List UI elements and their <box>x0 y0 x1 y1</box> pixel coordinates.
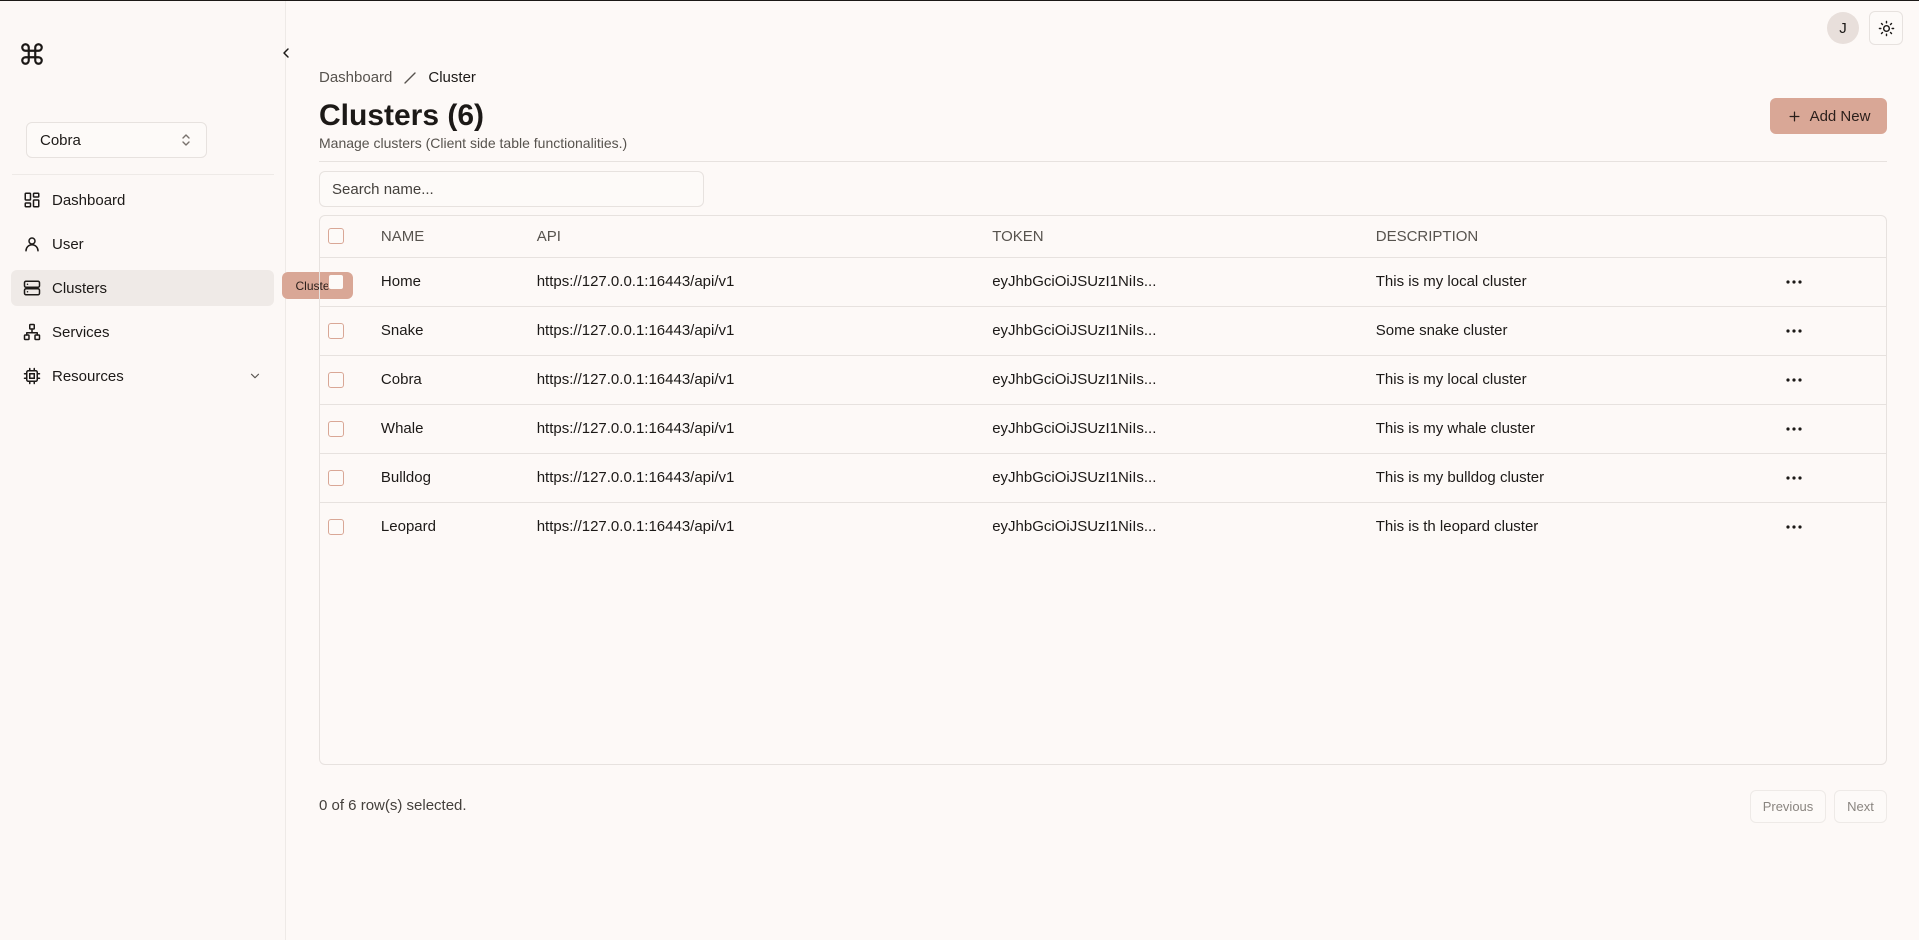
add-new-label: Add New <box>1809 107 1871 125</box>
table-row: Cobra https://127.0.0.1:16443/api/v1 eyJ… <box>320 355 1886 404</box>
cell-name: Leopard <box>380 518 436 536</box>
header-divider <box>319 161 1887 162</box>
cell-api: https://127.0.0.1:16443/api/v1 <box>536 518 735 536</box>
cell-description: This is my whale cluster <box>1375 420 1535 437</box>
table-row: Whale https://127.0.0.1:16443/api/v1 eyJ… <box>320 404 1886 453</box>
more-horizontal-icon[interactable] <box>1782 417 1806 441</box>
network-icon <box>23 323 41 341</box>
avatar[interactable]: J <box>1827 12 1859 44</box>
cell-name: Home <box>380 273 421 290</box>
cell-name: Whale <box>380 420 424 437</box>
cell-name: Snake <box>380 322 424 339</box>
theme-toggle-button[interactable] <box>1869 11 1903 45</box>
sidebar-item-label: Clusters <box>52 279 108 297</box>
more-horizontal-icon[interactable] <box>1782 515 1806 539</box>
sidebar-nav: Dashboard User Clusters Services Resourc… <box>11 182 274 402</box>
table-header-row: NAME API TOKEN DESCRIPTION <box>320 216 1886 257</box>
column-header-token: TOKEN <box>992 227 1044 245</box>
server-icon <box>23 279 41 297</box>
cell-description: This is my local cluster <box>1375 371 1527 388</box>
table-row: Snake https://127.0.0.1:16443/api/v1 eyJ… <box>320 306 1886 355</box>
dashboard-icon <box>23 191 41 209</box>
clusters-table: NAME API TOKEN DESCRIPTION Home https://… <box>319 215 1887 765</box>
table-row: Home https://127.0.0.1:16443/api/v1 eyJh… <box>320 257 1886 306</box>
add-new-button[interactable]: Add New <box>1770 98 1887 134</box>
cell-token: eyJhbGciOiJSUzI1NiIs... <box>992 469 1157 486</box>
table-row: Bulldog https://127.0.0.1:16443/api/v1 e… <box>320 453 1886 502</box>
sidebar-item-dashboard[interactable]: Dashboard <box>11 182 274 218</box>
cpu-icon <box>23 367 41 385</box>
cell-token: eyJhbGciOiJSUzI1NiIs... <box>992 371 1157 388</box>
team-switcher-label: Cobra <box>40 131 81 149</box>
more-horizontal-icon[interactable] <box>1782 319 1806 343</box>
sidebar: Cobra Dashboard User Clusters Services R… <box>0 1 286 940</box>
breadcrumb-current: Cluster <box>428 69 476 86</box>
cell-api: https://127.0.0.1:16443/api/v1 <box>536 420 735 437</box>
next-page-button[interactable]: Next <box>1834 790 1887 823</box>
cell-api: https://127.0.0.1:16443/api/v1 <box>536 322 735 339</box>
cell-token: eyJhbGciOiJSUzI1NiIs... <box>992 420 1157 437</box>
sun-icon <box>1878 20 1895 37</box>
row-checkbox[interactable] <box>328 371 344 388</box>
row-checkbox[interactable] <box>328 469 344 486</box>
more-horizontal-icon[interactable] <box>1782 270 1806 294</box>
cell-api: https://127.0.0.1:16443/api/v1 <box>536 371 735 388</box>
cell-description: This is my bulldog cluster <box>1375 469 1545 486</box>
sidebar-item-label: Dashboard <box>52 191 126 209</box>
previous-page-button[interactable]: Previous <box>1750 790 1826 823</box>
table-row: Leopard https://127.0.0.1:16443/api/v1 e… <box>320 502 1886 551</box>
breadcrumb: Dashboard Cluster <box>319 69 476 86</box>
column-header-name[interactable]: NAME <box>381 216 537 257</box>
column-header-description: DESCRIPTION <box>1375 227 1479 245</box>
sidebar-divider <box>12 174 274 175</box>
cell-token: eyJhbGciOiJSUzI1NiIs... <box>992 518 1157 536</box>
cell-description: This is th leopard cluster <box>1375 518 1539 536</box>
chevron-down-icon <box>248 369 262 383</box>
row-checkbox[interactable] <box>328 322 344 339</box>
cell-token: eyJhbGciOiJSUzI1NiIs... <box>992 273 1157 290</box>
more-horizontal-icon[interactable] <box>1782 368 1806 392</box>
cell-description: Some snake cluster <box>1375 322 1508 339</box>
cell-description: This is my local cluster <box>1375 273 1527 290</box>
chevron-left-icon[interactable] <box>274 41 298 65</box>
page-title: Clusters (6) <box>319 99 485 132</box>
column-header-api: API <box>536 227 561 245</box>
sidebar-item-label: Services <box>52 323 110 341</box>
row-checkbox[interactable] <box>328 273 344 290</box>
cell-name: Cobra <box>380 371 422 388</box>
row-checkbox[interactable] <box>328 518 344 535</box>
select-all-checkbox[interactable] <box>328 228 344 245</box>
page-subtitle: Manage clusters (Client side table funct… <box>319 135 628 151</box>
sidebar-item-services[interactable]: Services <box>11 314 274 350</box>
cell-api: https://127.0.0.1:16443/api/v1 <box>536 469 735 486</box>
cell-api: https://127.0.0.1:16443/api/v1 <box>536 273 735 290</box>
command-icon[interactable] <box>19 41 45 67</box>
cell-token: eyJhbGciOiJSUzI1NiIs... <box>992 322 1157 339</box>
sidebar-item-resources[interactable]: Resources <box>11 358 274 394</box>
search-input[interactable] <box>319 171 704 207</box>
row-checkbox[interactable] <box>328 420 344 437</box>
sidebar-item-label: Resources <box>52 367 124 385</box>
plus-icon <box>1787 109 1802 124</box>
slash-icon <box>402 70 418 86</box>
more-horizontal-icon[interactable] <box>1782 466 1806 490</box>
sidebar-item-label: User <box>52 235 84 253</box>
cell-name: Bulldog <box>380 469 431 486</box>
sidebar-item-clusters[interactable]: Clusters <box>11 270 274 306</box>
chevron-up-down-icon <box>180 133 192 147</box>
sidebar-item-user[interactable]: User <box>11 226 274 262</box>
user-icon <box>23 235 41 253</box>
breadcrumb-dashboard[interactable]: Dashboard <box>319 69 392 86</box>
selection-count: 0 of 6 row(s) selected. <box>319 797 467 814</box>
team-switcher[interactable]: Cobra <box>26 122 207 158</box>
